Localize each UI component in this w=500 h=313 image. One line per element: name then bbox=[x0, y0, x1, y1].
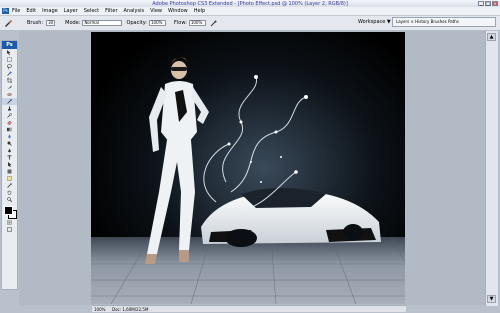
close-button[interactable]: × bbox=[492, 1, 498, 6]
clone-stamp-tool-icon[interactable] bbox=[2, 105, 17, 112]
menu-window[interactable]: Window bbox=[168, 8, 188, 14]
scroll-down-button[interactable]: ▼ bbox=[487, 295, 496, 303]
brush-preset-icon[interactable] bbox=[3, 18, 13, 28]
hand-tool-icon[interactable] bbox=[2, 189, 17, 196]
eyedropper-tool-icon[interactable] bbox=[2, 182, 17, 189]
menu-help[interactable]: Help bbox=[194, 8, 205, 14]
move-tool-icon[interactable] bbox=[2, 49, 17, 56]
brush-label: Brush: bbox=[27, 20, 44, 26]
flow-label: Flow: bbox=[174, 20, 187, 26]
window-title: Adobe Photoshop CS3 Extended - [Photo Ef… bbox=[152, 0, 348, 7]
layers-panel-tabs[interactable]: Layers × History Brushes Paths bbox=[392, 17, 496, 27]
airbrush-icon[interactable] bbox=[209, 18, 219, 28]
canvas-area bbox=[19, 31, 485, 305]
opacity-field[interactable]: 100% bbox=[149, 20, 166, 26]
toolbox: Ps bbox=[1, 40, 18, 290]
mode-label: Mode: bbox=[65, 20, 81, 26]
history-brush-tool-icon[interactable] bbox=[2, 112, 17, 119]
blur-tool-icon[interactable] bbox=[2, 133, 17, 140]
healing-tool-icon[interactable] bbox=[2, 91, 17, 98]
notes-tool-icon[interactable] bbox=[2, 175, 17, 182]
menu-image[interactable]: Image bbox=[42, 8, 58, 14]
menu-bar: Ps File Edit Image Layer Select Filter A… bbox=[0, 7, 500, 16]
title-bar: Adobe Photoshop CS3 Extended - [Photo Ef… bbox=[0, 0, 500, 7]
menu-filter[interactable]: Filter bbox=[105, 8, 117, 14]
type-tool-icon[interactable] bbox=[2, 154, 17, 161]
quick-select-tool-icon[interactable] bbox=[2, 70, 17, 77]
lasso-tool-icon[interactable] bbox=[2, 63, 17, 70]
color-swatches[interactable] bbox=[2, 205, 17, 219]
path-select-tool-icon[interactable] bbox=[2, 161, 17, 168]
foreground-color-swatch[interactable] bbox=[4, 206, 13, 215]
brush-size-field[interactable]: 30 bbox=[46, 20, 56, 26]
brush-tool-icon[interactable] bbox=[2, 98, 17, 105]
document-canvas[interactable] bbox=[91, 32, 405, 304]
maximize-button[interactable]: □ bbox=[485, 1, 491, 6]
pen-tool-icon[interactable] bbox=[2, 147, 17, 154]
marquee-tool-icon[interactable] bbox=[2, 56, 17, 63]
options-bar: Brush: 30 Mode: Normal Opacity: 100% Flo… bbox=[0, 16, 500, 31]
menu-view[interactable]: View bbox=[150, 8, 162, 14]
shape-tool-icon[interactable] bbox=[2, 168, 17, 175]
menu-layer[interactable]: Layer bbox=[64, 8, 78, 14]
slice-tool-icon[interactable] bbox=[2, 84, 17, 91]
zoom-tool-icon[interactable] bbox=[2, 196, 17, 203]
quick-mask-icon[interactable] bbox=[2, 219, 17, 226]
vertical-scrollbar[interactable]: ▲ ▼ bbox=[485, 31, 498, 306]
menu-analysis[interactable]: Analysis bbox=[124, 8, 145, 14]
minimize-button[interactable]: _ bbox=[478, 1, 484, 6]
scroll-up-button[interactable]: ▲ bbox=[487, 33, 496, 41]
workspace-button[interactable]: Workspace ▼ bbox=[358, 19, 391, 25]
app-menu-logo[interactable]: Ps bbox=[2, 8, 9, 14]
crop-tool-icon[interactable] bbox=[2, 77, 17, 84]
flow-field[interactable]: 100% bbox=[188, 20, 206, 26]
document-size: Doc: 1,60M/22,5M bbox=[112, 306, 149, 312]
window-controls: _ □ × bbox=[478, 1, 498, 6]
photo-artwork bbox=[91, 32, 405, 304]
screen-mode-icon[interactable] bbox=[2, 226, 17, 233]
menu-edit[interactable]: Edit bbox=[26, 8, 36, 14]
gradient-tool-icon[interactable] bbox=[2, 126, 17, 133]
menu-select[interactable]: Select bbox=[84, 8, 99, 14]
eraser-tool-icon[interactable] bbox=[2, 119, 17, 126]
zoom-level[interactable]: 100% bbox=[92, 307, 108, 312]
toolbox-logo: Ps bbox=[2, 41, 17, 49]
mode-select[interactable]: Normal bbox=[82, 20, 123, 26]
dodge-tool-icon[interactable] bbox=[2, 140, 17, 147]
menu-file[interactable]: File bbox=[12, 8, 20, 14]
status-bar: 100% Doc: 1,60M/22,5M bbox=[92, 305, 406, 312]
opacity-label: Opacity: bbox=[126, 20, 147, 26]
